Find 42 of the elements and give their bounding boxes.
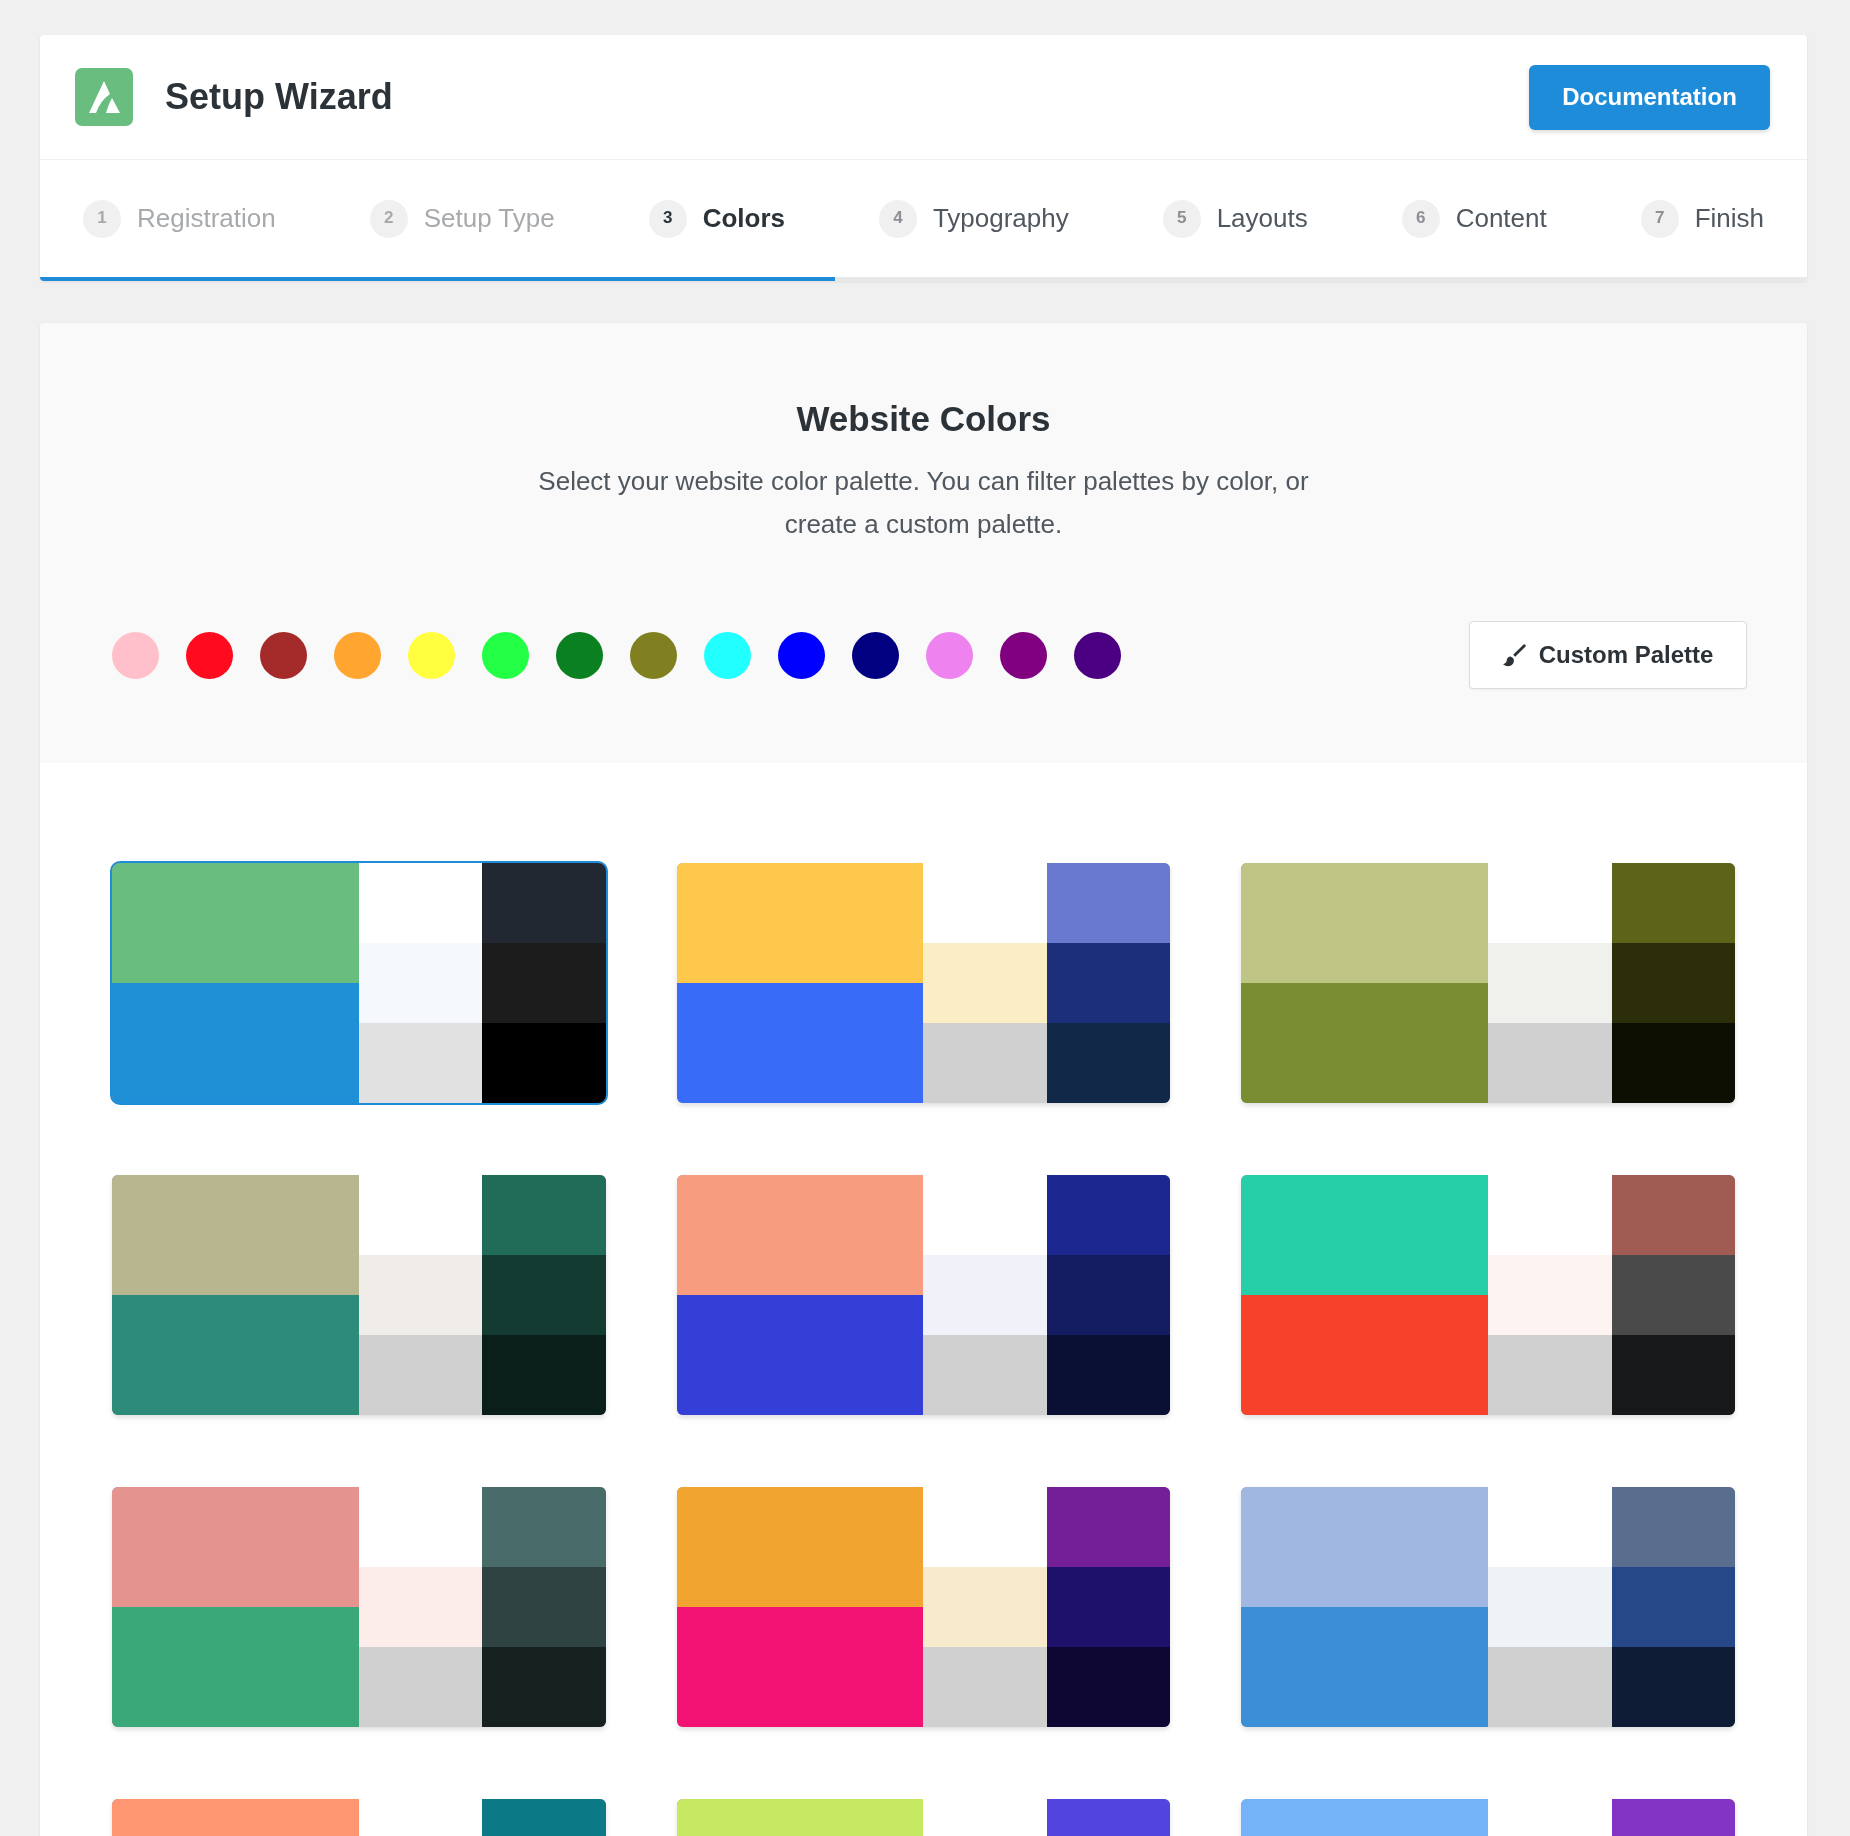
brush-icon bbox=[1502, 643, 1527, 667]
palette-card[interactable] bbox=[112, 1175, 606, 1415]
step-number: 6 bbox=[1401, 199, 1440, 238]
palette-card[interactable] bbox=[676, 1487, 1171, 1727]
color-dot-icon[interactable] bbox=[556, 631, 603, 679]
documentation-button[interactable]: Documentation bbox=[1529, 64, 1770, 130]
step-tab[interactable]: 3 Colors bbox=[648, 199, 785, 238]
palette-card[interactable] bbox=[1241, 1175, 1735, 1415]
logo-icon bbox=[75, 68, 133, 126]
color-dot-icon[interactable] bbox=[260, 631, 307, 679]
palette-card[interactable] bbox=[112, 1487, 606, 1727]
color-dot-icon[interactable] bbox=[852, 631, 899, 679]
step-number: 7 bbox=[1640, 199, 1679, 238]
color-dot-icon[interactable] bbox=[778, 631, 825, 679]
color-dot-icon[interactable] bbox=[1074, 631, 1121, 679]
palette-card[interactable] bbox=[676, 1175, 1171, 1415]
color-dot-icon[interactable] bbox=[112, 631, 159, 679]
step-number: 4 bbox=[878, 199, 917, 238]
color-dot-icon[interactable] bbox=[186, 631, 233, 679]
color-dot-icon[interactable] bbox=[630, 631, 677, 679]
step-number: 5 bbox=[1162, 199, 1201, 238]
section-title: Website Colors bbox=[795, 398, 1052, 439]
palette-card[interactable] bbox=[1241, 1487, 1735, 1727]
color-dot-icon[interactable] bbox=[334, 631, 381, 679]
wizard-title: Setup Wizard bbox=[165, 75, 393, 119]
section-description: Select your website color palette. You can filter palettes by color, or create a custom palette. bbox=[537, 465, 1310, 541]
step-tab[interactable]: 5 Layouts bbox=[1162, 199, 1308, 238]
color-dot-icon[interactable] bbox=[926, 631, 973, 679]
step-tab[interactable]: 4 Typography bbox=[878, 199, 1069, 238]
palette-card[interactable] bbox=[110, 861, 608, 1105]
step-number: 3 bbox=[648, 199, 687, 238]
custom-palette-button[interactable]: Custom Palette bbox=[1469, 621, 1747, 689]
palette-card[interactable] bbox=[676, 863, 1171, 1103]
palette-card[interactable] bbox=[1241, 863, 1735, 1103]
step-number: 1 bbox=[83, 199, 121, 238]
step-number: 2 bbox=[369, 199, 408, 238]
step-tab[interactable]: 6 Content bbox=[1401, 199, 1547, 238]
color-dot-icon[interactable] bbox=[1000, 631, 1047, 679]
color-dot-icon[interactable] bbox=[482, 631, 529, 679]
step-tab[interactable]: 7 Finish bbox=[1640, 199, 1764, 238]
color-dot-icon[interactable] bbox=[704, 631, 751, 679]
color-dot-icon[interactable] bbox=[408, 631, 455, 679]
